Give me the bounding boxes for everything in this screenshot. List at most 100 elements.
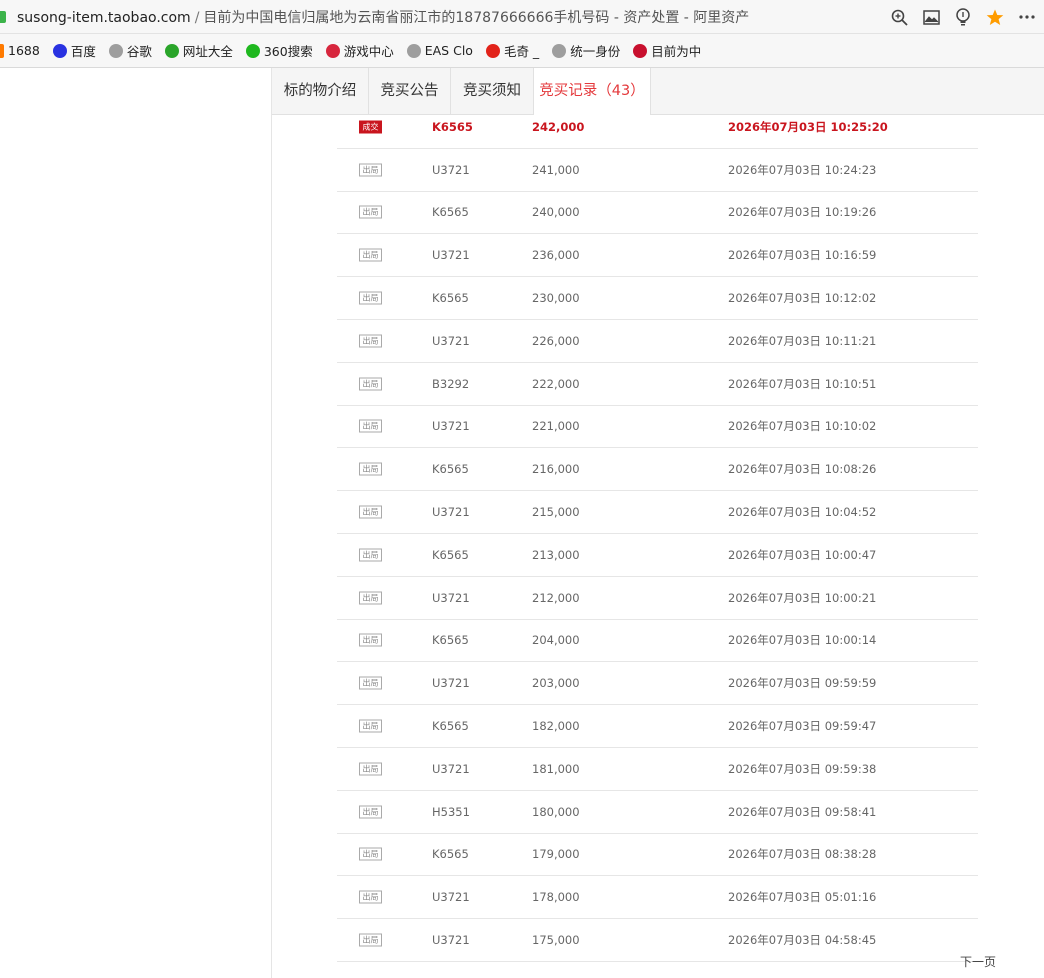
bidder-code: U3721	[432, 933, 470, 948]
bidder-code: K6565	[432, 291, 469, 306]
bookmark-label: 目前为中	[651, 44, 702, 59]
bid-status-badge: 出局	[359, 419, 382, 433]
bid-record-row: 出局 U3721 215,000 2026年07月03日 10:04:52	[337, 491, 978, 534]
bidder-code: U3721	[432, 333, 470, 348]
bid-time: 2026年07月03日 10:16:59	[728, 248, 877, 263]
bid-status-badge: 出局	[359, 933, 382, 947]
bid-price: 230,000	[532, 291, 580, 306]
bid-time: 2026年07月03日 09:59:59	[728, 676, 877, 691]
bid-status-badge: 出局	[359, 719, 382, 733]
bid-record-row: 出局 U3721 226,000 2026年07月03日 10:11:21	[337, 320, 978, 363]
bid-status-badge: 出局	[359, 805, 382, 819]
image-icon[interactable]	[922, 8, 940, 26]
bid-record-row: 出局 U3721 212,000 2026年07月03日 10:00:21	[337, 577, 978, 620]
bid-price: 181,000	[532, 761, 580, 776]
secure-lock-icon	[0, 10, 6, 23]
bidder-code: U3721	[432, 248, 470, 263]
bookmark-item[interactable]: 毛奇 _	[485, 41, 539, 60]
bid-price: 241,000	[532, 162, 580, 177]
url-domain: susong-item.taobao.com	[17, 9, 191, 26]
bidder-code: U3721	[432, 890, 470, 905]
next-page-link[interactable]: 下一页	[960, 953, 996, 970]
bookmark-item[interactable]: 百度	[52, 41, 96, 60]
bid-status-badge: 出局	[359, 762, 382, 776]
bid-record-row: 出局 K6565 213,000 2026年07月03日 10:00:47	[337, 534, 978, 577]
bookmark-item[interactable]: 360搜索	[245, 41, 313, 60]
bid-status-badge: 成交	[359, 120, 382, 134]
bookmark-label: 360搜索	[263, 44, 313, 59]
bid-time: 2026年07月03日 10:00:47	[728, 547, 877, 562]
url-text[interactable]: susong-item.taobao.com / 目前为中国电信归属地为云南省丽江市…	[17, 7, 749, 27]
bidder-code: U3721	[432, 676, 470, 691]
bookmark-label: 百度	[70, 44, 96, 59]
bookmark-favicon-icon	[164, 43, 179, 58]
bid-time: 2026年07月03日 10:10:51	[728, 376, 877, 391]
bid-record-row: 出局 U3721 221,000 2026年07月03日 10:10:02	[337, 406, 978, 449]
bid-status-badge: 出局	[359, 291, 382, 305]
bid-price: 240,000	[532, 205, 580, 220]
url-separator: /	[194, 9, 200, 26]
bookmark-item[interactable]: 谷歌	[108, 41, 152, 60]
bid-price: 226,000	[532, 333, 580, 348]
bid-price: 203,000	[532, 676, 580, 691]
bookmark-item[interactable]: 目前为中	[633, 41, 701, 60]
address-bar[interactable]: susong-item.taobao.com / 目前为中国电信归属地为云南省丽江市…	[0, 0, 1044, 34]
bid-status-badge: 出局	[359, 548, 382, 562]
bid-price: 215,000	[532, 505, 580, 520]
bid-price: 204,000	[532, 633, 580, 648]
bid-status-badge: 出局	[359, 377, 382, 391]
bidder-code: K6565	[432, 547, 469, 562]
bid-status-badge: 出局	[359, 163, 382, 177]
bookmark-label: 统一身份	[570, 44, 621, 59]
bookmark-label: 网址大全	[182, 44, 233, 59]
bid-record-row: 出局 U3721 181,000 2026年07月03日 09:59:38	[337, 748, 978, 791]
bid-time: 2026年07月03日 10:11:21	[728, 333, 877, 348]
bookmark-favicon-icon	[245, 43, 260, 58]
bid-price: 236,000	[532, 248, 580, 263]
bidder-code: H5351	[432, 804, 470, 819]
bidder-code: U3721	[432, 162, 470, 177]
bid-price: 221,000	[532, 419, 580, 434]
star-icon[interactable]	[986, 8, 1004, 26]
more-icon[interactable]	[1018, 8, 1036, 26]
bookmark-item[interactable]: 1688	[0, 43, 40, 58]
bid-time: 2026年07月03日 05:01:16	[728, 890, 877, 905]
bid-time: 2026年07月03日 10:12:02	[728, 291, 877, 306]
bookmark-item[interactable]: EAS Clo	[406, 43, 473, 58]
bidder-code: K6565	[432, 719, 469, 734]
bookmark-favicon-icon	[52, 43, 67, 58]
lightbulb-icon[interactable]	[954, 8, 972, 26]
bid-time: 2026年07月03日 10:00:21	[728, 590, 877, 605]
bidder-code: K6565	[432, 462, 469, 477]
page-title: 目前为中国电信归属地为云南省丽江市的18787666666手机号码 - 资产处置…	[203, 9, 750, 26]
bid-price: 242,000	[532, 119, 585, 134]
bidder-code: U3721	[432, 761, 470, 776]
bid-time: 2026年07月03日 10:24:23	[728, 162, 877, 177]
bid-time: 2026年07月03日 10:00:14	[728, 633, 877, 648]
bid-time: 2026年07月03日 10:19:26	[728, 205, 877, 220]
bookmark-item[interactable]: 统一身份	[552, 41, 620, 60]
bookmarks-bar: 1688 百度 谷歌 网址大全 360搜索 游戏中心 EAS Clo 毛奇 _ 统一身份 目前为中	[0, 34, 1044, 68]
bid-time: 2026年07月03日 09:59:47	[728, 719, 877, 734]
bid-price: 179,000	[532, 847, 580, 862]
zoom-icon[interactable]	[890, 8, 908, 26]
bid-record-row: 出局 U3721 241,000 2026年07月03日 10:24:23	[337, 149, 978, 192]
bid-status-badge: 出局	[359, 591, 382, 605]
bookmark-item[interactable]: 网址大全	[164, 41, 233, 60]
bid-time: 2026年07月03日 04:58:45	[728, 933, 877, 948]
bid-time: 2026年07月03日 10:08:26	[728, 462, 877, 477]
bookmark-label: 1688	[8, 43, 40, 58]
bookmark-item[interactable]: 游戏中心	[325, 41, 394, 60]
bookmark-favicon-icon	[633, 43, 648, 58]
bidder-code: K6565	[432, 205, 469, 220]
bid-status-badge: 出局	[359, 847, 382, 861]
bid-time: 2026年07月03日 09:59:38	[728, 761, 877, 776]
bid-time: 2026年07月03日 10:04:52	[728, 505, 877, 520]
bidder-code: K6565	[432, 633, 469, 648]
bidder-code: K6565	[432, 119, 473, 134]
bid-record-row: 出局 U3721 178,000 2026年07月03日 05:01:16	[337, 876, 978, 920]
bid-time: 2026年07月03日 10:25:20	[728, 119, 888, 134]
bid-status-badge: 出局	[359, 462, 382, 476]
bookmark-favicon-icon	[552, 43, 567, 58]
bid-record-row: 出局 U3721 203,000 2026年07月03日 09:59:59	[337, 662, 978, 706]
